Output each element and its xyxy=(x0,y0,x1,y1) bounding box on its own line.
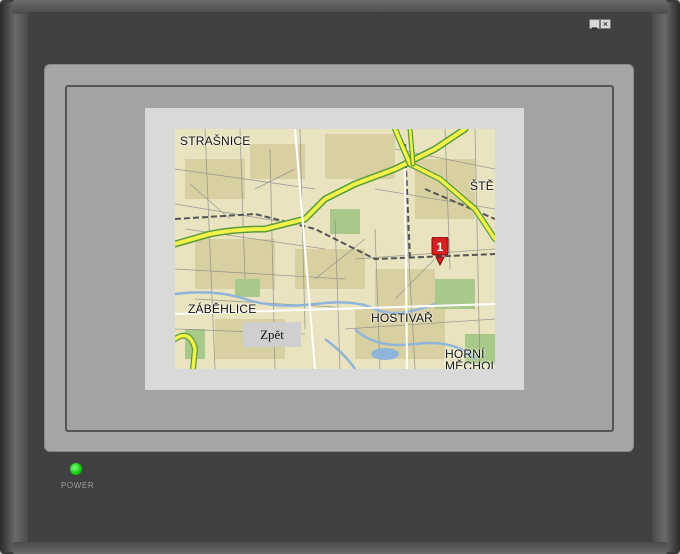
frame-bottom-edge xyxy=(12,542,668,554)
location-marker-icon[interactable]: 1 xyxy=(430,236,452,267)
power-label: POWER xyxy=(61,481,95,490)
frame-left-edge xyxy=(0,2,28,552)
back-button[interactable]: Zpět xyxy=(243,322,301,347)
map-label-steri: ŠTĚ xyxy=(470,179,494,193)
marker-number: 1 xyxy=(437,240,444,254)
frame-right-edge xyxy=(652,2,680,552)
map-label-mecholupy: MĚCHOLU xyxy=(445,359,495,369)
close-icon[interactable]: × xyxy=(600,19,611,29)
minimize-icon[interactable]: ‗ xyxy=(589,19,600,29)
map-label-zabehlice: ZÁBĚHLICE xyxy=(188,302,257,316)
power-led-icon xyxy=(70,463,82,475)
pin-icon: 1 xyxy=(431,236,449,267)
map-label-strasnice: STRAŠNICE xyxy=(180,134,251,148)
map-label-hostivar: HOSTIVAŘ xyxy=(371,311,434,325)
